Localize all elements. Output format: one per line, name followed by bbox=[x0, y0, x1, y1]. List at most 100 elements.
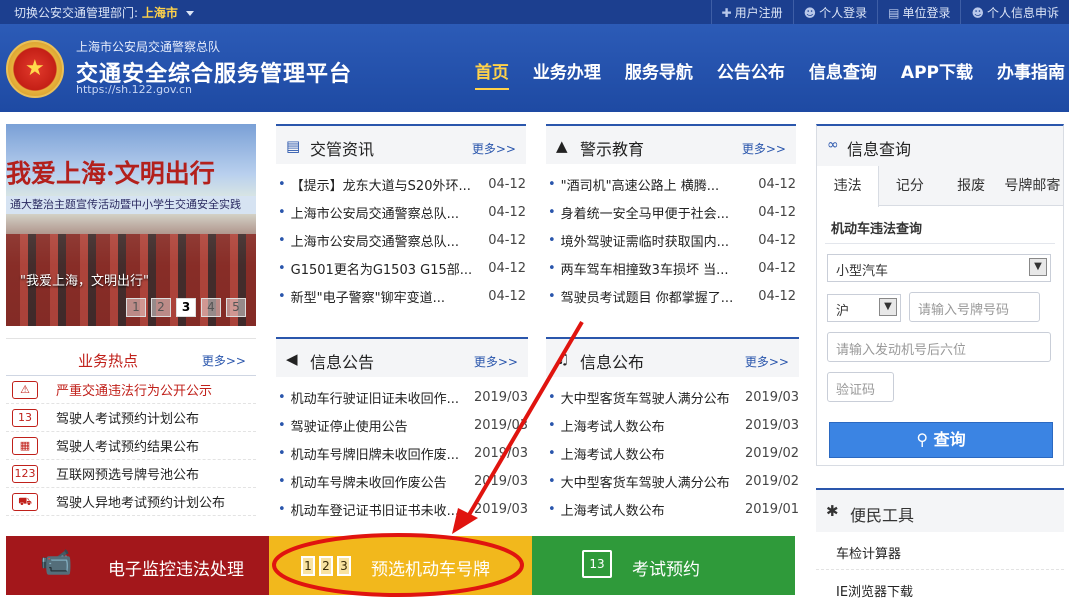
list-item[interactable]: • 【提示】龙东大道与S20外环... 04-12 bbox=[276, 170, 526, 198]
list-item[interactable]: • "酒司机"高速公路上 横腾... 04-12 bbox=[546, 170, 796, 198]
current-city[interactable]: 上海市 bbox=[142, 6, 178, 20]
publish-more-link[interactable]: 更多>> bbox=[745, 353, 789, 370]
province-value: 沪 bbox=[836, 304, 850, 319]
nav-info-query[interactable]: 信息查询 bbox=[809, 58, 877, 88]
search-icon: ⚲ bbox=[916, 430, 934, 449]
police-emblem-logo[interactable]: ★ bbox=[6, 40, 64, 98]
account-links: ✚ 用户注册 ☻ 个人登录 ▤ 单位登录 ☻ 个人信息申诉 bbox=[710, 0, 1069, 24]
company-login-link[interactable]: ▤ 单位登录 bbox=[877, 0, 960, 24]
nav-announcement[interactable]: 公告公布 bbox=[717, 58, 785, 88]
register-link[interactable]: ✚ 用户注册 bbox=[710, 0, 793, 24]
list-item[interactable]: • 机动车号牌旧牌未收回作废... 2019/03 bbox=[276, 439, 528, 467]
list-item[interactable]: • 上海考试人数公布 2019/02 bbox=[546, 439, 799, 467]
tile-exam-booking[interactable]: 13 考试预约 bbox=[532, 536, 795, 595]
list-item[interactable]: • 机动车号牌未收回作废公告 2019/03 bbox=[276, 467, 528, 495]
news-more-link[interactable]: 更多>> bbox=[472, 140, 516, 157]
personal-login-link[interactable]: ☻ 个人登录 bbox=[792, 0, 878, 24]
tool-inspection-calculator[interactable]: 车检计算器 bbox=[816, 532, 1064, 570]
banner-caption: "我爱上海，文明出行" bbox=[20, 274, 149, 289]
site-url: https://sh.122.gov.cn bbox=[76, 83, 193, 96]
list-item[interactable]: ⚠ 严重交通违法行为公开公示 bbox=[6, 376, 256, 404]
list-item[interactable]: • 机动车行驶证旧证未收回作... 2019/03 bbox=[276, 383, 528, 411]
list-item[interactable]: • 新型"电子警察"铆牢变道... 04-12 bbox=[276, 282, 526, 310]
megaphone-icon: ◀ bbox=[286, 350, 298, 368]
carousel-page-5[interactable]: 5 bbox=[226, 298, 246, 317]
list-item[interactable]: • 身着统一安全马甲便于社会... 04-12 bbox=[546, 198, 796, 226]
list-item[interactable]: • G1501更名为G1503 G15部... 04-12 bbox=[276, 254, 526, 282]
city-switch-label: 切换公安交通管理部门: bbox=[14, 6, 139, 20]
nav-app-download[interactable]: APP下载 bbox=[901, 58, 973, 88]
notice-more-link[interactable]: 更多>> bbox=[474, 353, 518, 370]
carousel-page-4[interactable]: 4 bbox=[201, 298, 221, 317]
chevron-down-icon[interactable]: ▼ bbox=[879, 298, 897, 316]
list-item[interactable]: ⛟ 驾驶人异地考试预约计划公布 bbox=[6, 488, 256, 516]
warning-triangle-icon: ⚠ bbox=[12, 380, 38, 399]
list-item[interactable]: ▦ 驾驶人考试预约结果公布 bbox=[6, 432, 256, 460]
tab-violation[interactable]: 违法 bbox=[817, 166, 880, 207]
warning-panel-title: 警示教育 bbox=[580, 140, 645, 159]
list-item[interactable]: • 上海市公安局交通警察总队... 04-12 bbox=[276, 226, 526, 254]
news-panel-header: ▤ 交管资讯 更多>> bbox=[276, 124, 526, 164]
province-select[interactable]: 沪 ▼ bbox=[827, 294, 901, 322]
engine-number-input[interactable]: 请输入发动机号后六位 bbox=[827, 332, 1051, 362]
list-item[interactable]: • 机动车登记证书旧证书未收... 2019/03 bbox=[276, 495, 528, 523]
chevron-down-icon[interactable]: ▼ bbox=[1029, 258, 1047, 276]
newspaper-icon: ▤ bbox=[286, 137, 301, 155]
info-query-panel: ∞ 信息查询 违法 记分 报废 号牌邮寄 机动车违法查询 小型汽车 ▼ 沪 ▼ … bbox=[816, 124, 1064, 466]
publish-panel: ♫ 信息公布 更多>> • 大中型客货车驾驶人满分公布 2019/03 • 上海考试人… bbox=[546, 337, 799, 523]
query-button[interactable]: ⚲ 查询 bbox=[829, 422, 1053, 458]
register-label: 用户注册 bbox=[734, 6, 783, 20]
tool-ie-download[interactable]: IE浏览器下载 bbox=[816, 570, 1064, 607]
tab-points[interactable]: 记分 bbox=[879, 166, 940, 205]
user-appeal-icon: ☻ bbox=[971, 6, 984, 20]
hot-services-header: 业务热点 更多>> bbox=[6, 338, 256, 376]
vehicle-type-value: 小型汽车 bbox=[836, 264, 889, 279]
publish-list: • 大中型客货车驾驶人满分公布 2019/03 • 上海考试人数公布 2019/03 •… bbox=[546, 377, 799, 523]
nav-service[interactable]: 服务导航 bbox=[625, 58, 693, 88]
nav-business[interactable]: 业务办理 bbox=[533, 58, 601, 88]
camera-icon: 📹 bbox=[40, 548, 73, 578]
top-bar: 切换公安交通管理部门: 上海市 ✚ 用户注册 ☻ 个人登录 ▤ 单位登录 ☻ 个人信息申… bbox=[0, 0, 1069, 24]
vehicle-type-select[interactable]: 小型汽车 ▼ bbox=[827, 254, 1051, 282]
tab-plate-mail[interactable]: 号牌邮寄 bbox=[1002, 166, 1063, 205]
warning-triangle-icon: ▲ bbox=[556, 137, 568, 155]
nav-guide[interactable]: 办事指南 bbox=[997, 58, 1065, 88]
carousel-page-2[interactable]: 2 bbox=[151, 298, 171, 317]
company-login-label: 单位登录 bbox=[902, 6, 951, 20]
info-query-header: ∞ 信息查询 bbox=[817, 126, 1063, 166]
main-nav: 首页 业务办理 服务导航 公告公布 信息查询 APP下载 办事指南 bbox=[451, 58, 1069, 90]
banner-strip-text: 通大整治主题宣传活动暨中小学生交通安全实践 bbox=[10, 198, 241, 211]
captcha-input[interactable]: 验证码 bbox=[827, 372, 894, 402]
appeal-link[interactable]: ☻ 个人信息申诉 bbox=[960, 0, 1069, 24]
list-item[interactable]: • 两车驾车相撞致3车损坏 当... 04-12 bbox=[546, 254, 796, 282]
nav-home[interactable]: 首页 bbox=[474, 58, 509, 90]
list-item[interactable]: • 大中型客货车驾驶人满分公布 2019/02 bbox=[546, 467, 799, 495]
news-list: • 【提示】龙东大道与S20外环... 04-12 • 上海市公安局交通警察总队...… bbox=[276, 164, 526, 310]
caret-down-icon[interactable] bbox=[185, 11, 194, 16]
plate-number-input[interactable]: 请输入号牌号码 bbox=[909, 292, 1040, 322]
notice-list: • 机动车行驶证旧证未收回作... 2019/03 • 驾驶证停止使用公告 2019/0… bbox=[276, 377, 528, 523]
hot-services-more-link[interactable]: 更多>> bbox=[202, 352, 246, 369]
carousel-page-1[interactable]: 1 bbox=[126, 298, 146, 317]
news-panel-title: 交管资讯 bbox=[310, 140, 375, 159]
list-item[interactable]: • 上海考试人数公布 2019/01 bbox=[546, 495, 799, 523]
list-item[interactable]: • 上海市公安局交通警察总队... 04-12 bbox=[276, 198, 526, 226]
tools-header: ✱ 便民工具 bbox=[816, 490, 1064, 532]
tile-preselect-plate[interactable]: 1 2 3 预选机动车号牌 bbox=[269, 536, 532, 595]
list-item[interactable]: 13 驾驶人考试预约计划公布 bbox=[6, 404, 256, 432]
banner-carousel[interactable]: 我爱上海·文明出行 通大整治主题宣传活动暨中小学生交通安全实践 "我爱上海，文明… bbox=[6, 124, 256, 326]
plate-number-icon: 2 bbox=[319, 556, 333, 576]
list-item[interactable]: • 大中型客货车驾驶人满分公布 2019/03 bbox=[546, 383, 799, 411]
list-item[interactable]: • 境外驾驶证需临时获取国内... 04-12 bbox=[546, 226, 796, 254]
tile-electronic-monitoring[interactable]: 📹 电子监控违法处理 bbox=[6, 536, 269, 595]
tab-scrap[interactable]: 报废 bbox=[941, 166, 1002, 205]
city-switcher[interactable]: 切换公安交通管理部门: 上海市 bbox=[14, 4, 194, 21]
list-item[interactable]: • 驾驶员考试题目 你都掌握了... 04-12 bbox=[546, 282, 796, 310]
warning-more-link[interactable]: 更多>> bbox=[742, 140, 786, 157]
personal-login-label: 个人登录 bbox=[819, 6, 868, 20]
list-item[interactable]: • 上海考试人数公布 2019/03 bbox=[546, 411, 799, 439]
list-item[interactable]: • 驾驶证停止使用公告 2019/03 bbox=[276, 411, 528, 439]
query-subtitle: 机动车违法查询 bbox=[825, 206, 1055, 244]
list-item[interactable]: 123 互联网预选号牌号池公布 bbox=[6, 460, 256, 488]
carousel-page-3[interactable]: 3 bbox=[176, 298, 196, 317]
